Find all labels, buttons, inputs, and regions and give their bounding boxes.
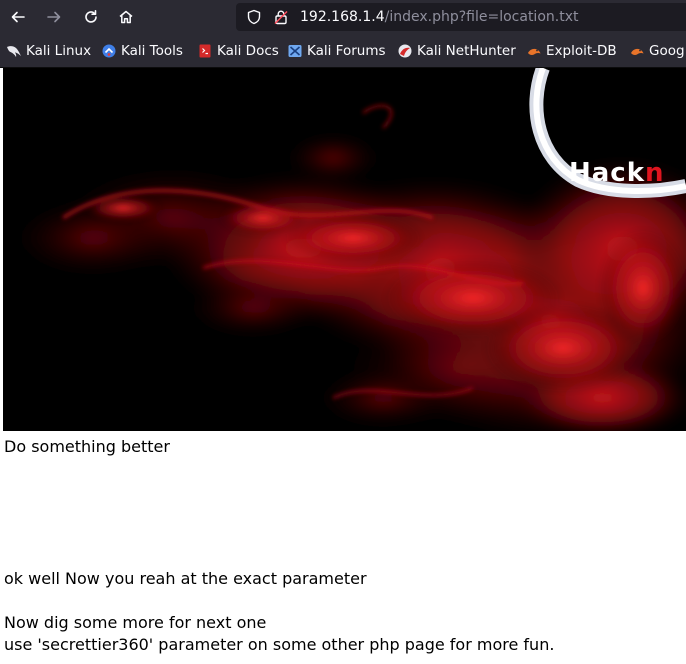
- page-message-4: use 'secrettier360' parameter on some ot…: [4, 635, 555, 654]
- shield-icon[interactable]: [245, 8, 263, 26]
- bookmark-label: Goog: [649, 43, 685, 59]
- nethunter-icon: [397, 43, 413, 59]
- brand-text-accent: n: [645, 158, 665, 188]
- bookmark-label: Kali Docs: [217, 43, 279, 59]
- url-path: /index.php?file=location.txt: [384, 9, 579, 25]
- exploit-db-icon: [526, 43, 542, 59]
- bookmark-label: Kali Forums: [307, 43, 386, 59]
- reload-button[interactable]: [79, 5, 103, 29]
- bookmark-kali-nethunter[interactable]: Kali NetHunter: [397, 42, 516, 60]
- kali-dragon-icon: [6, 43, 22, 59]
- browser-toolbar: 192.168.1.4/index.php?file=location.txt: [0, 0, 686, 34]
- hacknos-banner-image: Hackn: [3, 68, 686, 431]
- brand-text-main: Hack: [569, 158, 646, 188]
- bookmark-label: Kali Tools: [121, 43, 183, 59]
- bookmark-label: Kali NetHunter: [417, 43, 516, 59]
- google-hacking-icon: [629, 43, 645, 59]
- banner-brand-text: Hackn: [569, 158, 665, 188]
- bookmark-kali-tools[interactable]: Kali Tools: [101, 42, 183, 60]
- forward-arrow-icon: [47, 11, 61, 23]
- kali-forums-icon: [287, 43, 303, 59]
- forward-button[interactable]: [42, 5, 66, 29]
- back-button[interactable]: [6, 5, 30, 29]
- page-message-1: Do something better: [4, 437, 170, 456]
- bookmark-exploit-db[interactable]: Exploit-DB: [526, 42, 617, 60]
- bookmark-kali-forums[interactable]: Kali Forums: [287, 42, 386, 60]
- insecure-lock-icon[interactable]: [272, 8, 290, 26]
- kali-docs-icon: [197, 43, 213, 59]
- page-message-2: ok well Now you reah at the exact parame…: [4, 569, 367, 588]
- bookmarks-toolbar: Kali Linux Kali Tools Kali Docs Kali For…: [0, 34, 686, 68]
- reload-icon: [85, 10, 97, 23]
- red-smoke-graphic: [3, 68, 686, 431]
- back-arrow-icon: [11, 11, 25, 23]
- page-message-3: Now dig some more for next one: [4, 613, 267, 632]
- bookmark-kali-docs[interactable]: Kali Docs: [197, 42, 279, 60]
- url-host: 192.168.1.4: [300, 9, 385, 25]
- kali-tools-icon: [101, 43, 117, 59]
- bookmark-google-hacking-db[interactable]: Goog: [629, 42, 685, 60]
- home-icon: [119, 10, 133, 24]
- url-text[interactable]: 192.168.1.4/index.php?file=location.txt: [300, 8, 578, 26]
- bookmark-label: Exploit-DB: [546, 43, 617, 59]
- bookmark-label: Kali Linux: [26, 43, 92, 59]
- url-bar[interactable]: 192.168.1.4/index.php?file=location.txt: [236, 3, 686, 31]
- bookmark-kali-linux[interactable]: Kali Linux: [6, 42, 91, 60]
- home-button[interactable]: [114, 5, 138, 29]
